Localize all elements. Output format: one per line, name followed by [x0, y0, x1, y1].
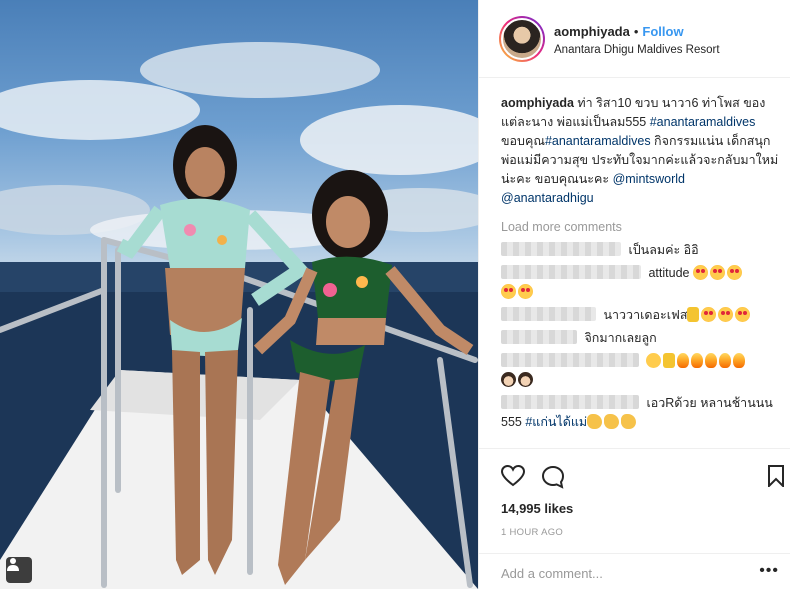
star-struck-emoji — [709, 265, 725, 280]
bookmark-icon[interactable] — [767, 465, 785, 487]
fire-emoji — [705, 353, 718, 368]
hashtag-link[interactable]: #anantaramaldives — [545, 134, 651, 148]
blurred-username — [501, 353, 639, 367]
hashtag-link[interactable]: #แก่นได้แม่ — [525, 415, 587, 429]
header-user-line: aomphiyada • Follow — [554, 24, 684, 39]
comment-item: attitude — [501, 264, 783, 302]
username-link[interactable]: aomphiyada — [554, 24, 630, 39]
avatar[interactable] — [501, 18, 543, 60]
smile-emoji — [646, 353, 662, 368]
post-timestamp[interactable]: 1 HOUR AGO — [501, 527, 563, 538]
comment-item — [501, 352, 783, 390]
fire-emoji — [733, 353, 746, 368]
fire-emoji — [691, 353, 704, 368]
post-actions: 14,995 likes 1 HOUR AGO ••• — [479, 448, 790, 589]
blurred-username — [501, 330, 577, 344]
separator-dot: • — [633, 24, 639, 39]
comments-list: aomphiyada ท่า ริสา10 ขวบ นาวา6 ท่าโพส ข… — [501, 94, 783, 436]
star-struck-emoji — [501, 284, 516, 299]
girl-emoji — [501, 372, 516, 387]
fire-emoji — [677, 353, 690, 368]
star-struck-emoji — [701, 307, 717, 322]
star-struck-emoji — [718, 307, 734, 322]
girl-emoji — [518, 372, 533, 387]
fire-emoji — [719, 353, 732, 368]
blurred-username — [501, 395, 639, 409]
person-glyph — [7, 558, 19, 571]
post-photo[interactable] — [0, 0, 478, 589]
comment-item: นาววาเดอะเฟส — [501, 306, 783, 325]
caption: aomphiyada ท่า ริสา10 ขวบ นาวา6 ท่าโพส ข… — [501, 94, 783, 208]
post-header: aomphiyada • Follow Anantara Dhigu Maldive… — [479, 0, 790, 78]
comment-text: นาววาเดอะเฟส — [600, 308, 688, 322]
location-link[interactable]: Anantara Dhigu Maldives Resort — [554, 44, 720, 56]
comment-item: จิกมากเลยลูก — [501, 329, 783, 348]
comment-item: เอวRด้วย หลานช้านนน 555 #แก่นได้แม่ — [501, 394, 783, 432]
mention-link[interactable]: @anantaradhigu — [501, 191, 594, 205]
add-comment-bar: ••• — [479, 553, 790, 589]
blurred-username — [501, 307, 596, 321]
load-more-comments-button[interactable]: Load more comments — [501, 218, 783, 237]
follow-button[interactable]: Follow — [642, 24, 683, 39]
star-struck-emoji — [735, 307, 751, 322]
clap-emoji — [621, 414, 637, 429]
star-struck-emoji — [518, 284, 533, 299]
comment-text: เป็นลมค่ะ อิอิ — [625, 243, 699, 257]
blurred-username — [501, 265, 641, 279]
comment-bubble-icon[interactable] — [541, 465, 565, 489]
hashtag-link[interactable]: #anantaramaldives — [650, 115, 756, 129]
clap-emoji — [587, 414, 603, 429]
tagged-user-icon[interactable] — [6, 557, 32, 583]
blurred-username — [501, 242, 621, 256]
add-comment-input[interactable] — [501, 562, 741, 584]
star-struck-emoji — [692, 265, 708, 280]
post-sidebar: aomphiyada • Follow Anantara Dhigu Maldive… — [478, 0, 790, 589]
caption-text-2: ขอบคุณ — [501, 134, 545, 148]
likes-count[interactable]: 14,995 likes — [501, 501, 573, 516]
comment-item: เป็นลมค่ะ อิอิ — [501, 241, 783, 260]
comment-text: attitude — [645, 266, 693, 280]
thumbs-up-emoji — [687, 307, 700, 322]
heart-icon[interactable] — [501, 465, 525, 487]
photo-illustration — [0, 42, 478, 589]
mention-link[interactable]: @mintsworld — [613, 172, 685, 186]
caption-username[interactable]: aomphiyada — [501, 96, 574, 110]
thumbs-up-emoji — [663, 353, 676, 368]
clap-emoji — [604, 414, 620, 429]
more-options-icon[interactable]: ••• — [759, 562, 779, 580]
star-struck-emoji — [726, 265, 742, 280]
avatar-ring[interactable] — [499, 16, 545, 62]
comment-text: จิกมากเลยลูก — [581, 331, 657, 345]
